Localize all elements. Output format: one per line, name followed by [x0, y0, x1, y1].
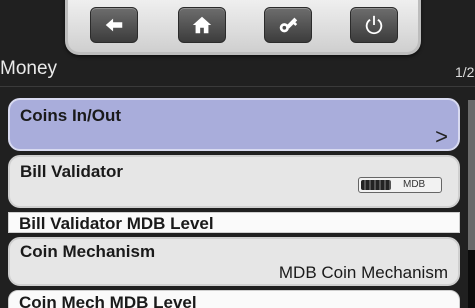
header-divider — [0, 86, 475, 87]
menu-item-label: Coins In/Out — [20, 106, 122, 125]
scrollbar-thumb[interactable] — [468, 250, 475, 308]
menu-item-label: Coin Mechanism — [20, 242, 156, 261]
menu-item-coin-mechanism[interactable]: Coin Mechanism MDB Coin Mechanism — [8, 237, 460, 286]
chevron-right-icon: > — [435, 124, 448, 149]
toggle-value: MDB — [403, 179, 426, 190]
key-icon — [279, 17, 298, 33]
screen: Money 1/2 Coins In/Out > Bill Validator … — [0, 0, 475, 308]
page-title: Money — [0, 58, 58, 79]
back-button[interactable] — [90, 7, 138, 43]
toggle-knob — [361, 180, 391, 190]
toolbar — [65, 0, 421, 55]
menu-item-label: Coin Mech MDB Level — [19, 293, 197, 308]
menu-item-label: Bill Validator — [20, 162, 123, 181]
home-button[interactable] — [178, 7, 226, 43]
menu-item-label: Bill Validator MDB Level — [19, 214, 214, 233]
menu-item-bill-validator-level[interactable]: Bill Validator MDB Level — [8, 212, 460, 233]
menu-item-bill-validator[interactable]: Bill Validator MDB — [8, 155, 460, 208]
page-indicator: 1/2 — [455, 64, 475, 80]
menu-item-coin-mech-level[interactable]: Coin Mech MDB Level — [8, 290, 460, 308]
power-button[interactable] — [350, 7, 398, 43]
back-arrow-icon — [105, 18, 123, 32]
power-icon — [365, 15, 383, 35]
home-icon — [192, 16, 212, 34]
menu-item-coins-in-out[interactable]: Coins In/Out > — [8, 98, 460, 151]
key-button[interactable] — [264, 7, 312, 43]
menu-item-value: MDB Coin Mechanism — [278, 263, 448, 282]
bill-validator-toggle[interactable]: MDB — [358, 177, 442, 193]
